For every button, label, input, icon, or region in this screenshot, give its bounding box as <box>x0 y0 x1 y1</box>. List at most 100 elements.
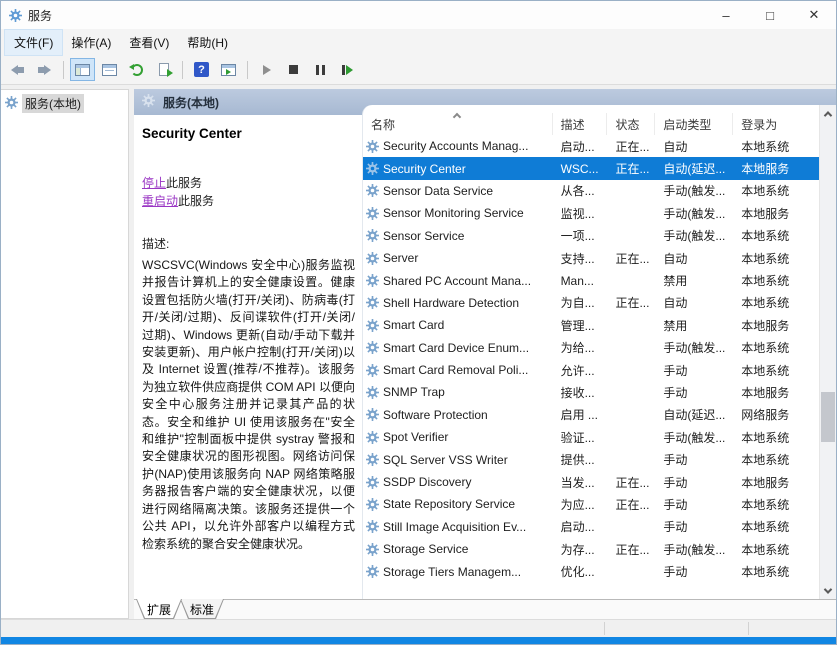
pause-service-icon[interactable] <box>308 58 333 81</box>
service-logon-cell: 本地系统 <box>733 362 819 379</box>
service-row[interactable]: Smart Card Removal Poli...允许...手动本地系统 <box>363 359 819 381</box>
menu-item-help[interactable]: 帮助(H) <box>178 30 237 55</box>
show-hide-console-tree-icon[interactable] <box>70 58 95 81</box>
title-bar[interactable]: 服务 – □ ✕ <box>1 1 836 29</box>
vertical-scrollbar[interactable] <box>819 105 836 599</box>
service-startup-cell: 手动(触发... <box>655 541 733 558</box>
restart-service-icon[interactable] <box>335 58 360 81</box>
column-header-logon[interactable]: 登录为 <box>733 113 819 135</box>
service-startup-cell: 手动 <box>655 362 733 379</box>
service-logon-cell: 本地系统 <box>733 227 819 244</box>
service-row[interactable]: Sensor Data Service从各...手动(触发...本地系统 <box>363 180 819 202</box>
stop-service-icon[interactable] <box>281 58 306 81</box>
sort-ascending-icon <box>453 113 461 121</box>
service-logon-cell: 本地系统 <box>733 272 819 289</box>
service-row[interactable]: Server支持...正在...自动本地系统 <box>363 247 819 269</box>
back-icon[interactable] <box>5 58 30 81</box>
service-gear-icon <box>366 543 379 556</box>
description-label: 描述: <box>142 235 355 252</box>
service-logon-cell: 本地系统 <box>733 339 819 356</box>
toolbar-separator <box>247 61 248 79</box>
scroll-down-button[interactable] <box>820 582 836 599</box>
service-row[interactable]: Storage Tiers Managem...优化...手动本地系统 <box>363 560 819 582</box>
column-header-desc[interactable]: 描述 <box>553 113 608 135</box>
status-separator <box>604 622 605 635</box>
toolbar-separator <box>182 61 183 79</box>
service-name-cell: SSDP Discovery <box>363 475 553 489</box>
menu-item-view[interactable]: 查看(V) <box>120 30 178 55</box>
service-row[interactable]: Smart Card Device Enum...为给...手动(触发...本地… <box>363 337 819 359</box>
service-logon-cell: 本地系统 <box>733 496 819 513</box>
service-name-cell: Sensor Service <box>363 229 553 243</box>
service-row[interactable]: SNMP Trap接收...手动本地服务 <box>363 381 819 403</box>
close-button[interactable]: ✕ <box>792 1 836 29</box>
column-header-startup[interactable]: 启动类型 <box>655 113 733 135</box>
tab-standard[interactable]: 标准 <box>180 599 224 619</box>
service-name-cell: Shell Hardware Detection <box>363 296 553 310</box>
status-separator <box>748 622 749 635</box>
service-row[interactable]: Smart Card管理...禁用本地服务 <box>363 314 819 336</box>
service-name-cell: Software Protection <box>363 408 553 422</box>
minimize-button[interactable]: – <box>704 1 748 29</box>
stop-service-line: 停止此服务 <box>142 174 355 192</box>
column-header-status[interactable]: 状态 <box>607 113 655 135</box>
service-startup-cell: 自动 <box>655 250 733 267</box>
service-row[interactable]: State Repository Service为应...正在...手动本地系统 <box>363 493 819 515</box>
services-gear-icon <box>9 9 22 22</box>
refresh-icon[interactable] <box>124 58 149 81</box>
service-row[interactable]: Still Image Acquisition Ev...启动...手动本地系统 <box>363 516 819 538</box>
menu-item-file[interactable]: 文件(F) <box>5 30 62 55</box>
service-row[interactable]: Sensor Service一项...手动(触发...本地系统 <box>363 225 819 247</box>
service-row[interactable]: Shell Hardware Detection为自...正在...自动本地系统 <box>363 292 819 314</box>
services-list-panel: 名称描述状态启动类型登录为 Security Accounts Manag...… <box>362 105 836 599</box>
scrollbar-thumb[interactable] <box>821 392 835 442</box>
service-startup-cell: 手动(触发... <box>655 339 733 356</box>
service-name-cell: Smart Card <box>363 318 553 332</box>
service-gear-icon <box>366 498 379 511</box>
service-gear-icon <box>366 140 379 153</box>
forward-icon[interactable] <box>32 58 57 81</box>
service-gear-icon <box>366 364 379 377</box>
maximize-button[interactable]: □ <box>748 1 792 29</box>
tab-extended[interactable]: 扩展 <box>136 599 182 619</box>
properties-icon[interactable] <box>97 58 122 81</box>
service-row[interactable]: Spot Verifier验证...手动(触发...本地系统 <box>363 426 819 448</box>
service-desc-cell: 支持... <box>553 250 608 267</box>
service-logon-cell: 本地系统 <box>733 451 819 468</box>
toolbar: ? <box>1 55 836 85</box>
stop-service-link[interactable]: 停止 <box>142 176 166 190</box>
service-startup-cell: 手动 <box>655 518 733 535</box>
service-startup-cell: 禁用 <box>655 317 733 334</box>
sidebar-item-services-local[interactable]: 服务(本地) <box>1 90 128 117</box>
restart-service-link[interactable]: 重启动 <box>142 194 178 208</box>
service-desc-cell: 提供... <box>553 451 608 468</box>
service-name-cell: SQL Server VSS Writer <box>363 453 553 467</box>
service-name-cell: Sensor Data Service <box>363 184 553 198</box>
service-startup-cell: 自动 <box>655 138 733 155</box>
service-logon-cell: 本地系统 <box>733 250 819 267</box>
service-name-cell: Still Image Acquisition Ev... <box>363 520 553 534</box>
scroll-up-button[interactable] <box>820 105 836 122</box>
start-service-icon[interactable] <box>254 58 279 81</box>
service-row[interactable]: Sensor Monitoring Service监视...手动(触发...本地… <box>363 202 819 224</box>
service-row[interactable]: Security Accounts Manag...启动...正在...自动本地… <box>363 135 819 157</box>
menu-item-action[interactable]: 操作(A) <box>62 30 120 55</box>
service-desc-cell: 启动... <box>553 138 608 155</box>
service-description-panel: Security Center 停止此服务 重启动此服务 描述: WSCSVC(… <box>134 115 362 599</box>
service-row[interactable]: Software Protection启用 ...自动(延迟...网络服务 <box>363 404 819 426</box>
service-row[interactable]: SSDP Discovery当发...正在...手动本地服务 <box>363 471 819 493</box>
service-gear-icon <box>9 9 22 22</box>
service-desc-cell: 为应... <box>553 496 608 513</box>
service-row[interactable]: Security CenterWSC...正在...自动(延迟...本地服务 <box>363 157 819 179</box>
service-name-cell: Storage Tiers Managem... <box>363 565 553 579</box>
service-gear-icon <box>366 319 379 332</box>
service-row[interactable]: Shared PC Account Mana...Man...禁用本地系统 <box>363 269 819 291</box>
extended-view-icon[interactable] <box>216 58 241 81</box>
selected-service-title: Security Center <box>142 126 355 141</box>
service-startup-cell: 手动(触发... <box>655 182 733 199</box>
service-row[interactable]: Storage Service为存...正在...手动(触发...本地系统 <box>363 538 819 560</box>
export-list-icon[interactable] <box>151 58 176 81</box>
help-icon[interactable]: ? <box>189 58 214 81</box>
column-header-name[interactable]: 名称 <box>363 113 553 135</box>
service-row[interactable]: SQL Server VSS Writer提供...手动本地系统 <box>363 448 819 470</box>
